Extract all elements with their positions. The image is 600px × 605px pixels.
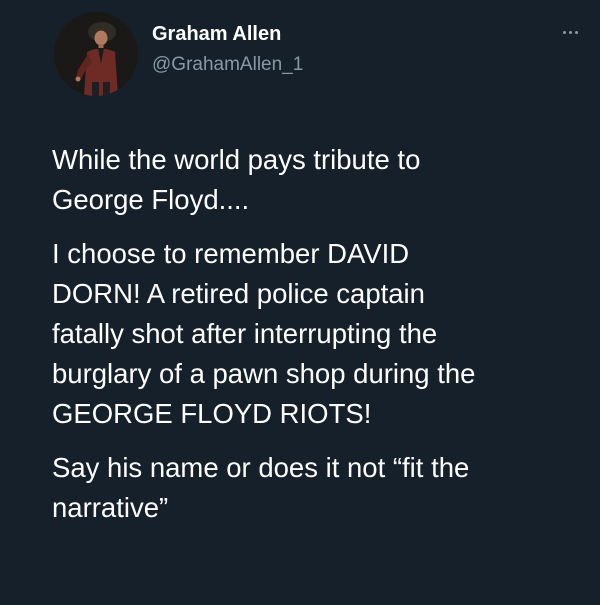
tweet-line: Say his name or does it not “fit the <box>52 452 470 483</box>
profile-photo-icon <box>54 12 138 96</box>
display-name[interactable]: Graham Allen <box>152 22 303 46</box>
tweet-line: DORN! A retired police captain <box>52 278 425 309</box>
tweet-line: While the world pays tribute to <box>52 144 421 175</box>
tweet-paragraph: While the world pays tribute to George F… <box>52 140 592 220</box>
tweet-text: While the world pays tribute to George F… <box>52 140 592 542</box>
tweet-line: GEORGE FLOYD RIOTS! <box>52 398 372 429</box>
more-options-icon <box>574 30 578 34</box>
more-options-icon <box>562 30 566 34</box>
tweet-line: fatally shot after interrupting the <box>52 318 438 349</box>
avatar[interactable] <box>54 12 138 96</box>
more-options-icon <box>568 30 572 34</box>
tweet-line: burglary of a pawn shop during the <box>52 358 476 389</box>
tweet-line: George Floyd.... <box>52 184 250 215</box>
tweet-line: narrative” <box>52 492 169 523</box>
tweet-paragraph: I choose to remember DAVID DORN! A retir… <box>52 234 592 434</box>
more-options-button[interactable] <box>555 22 585 42</box>
tweet-paragraph: Say his name or does it not “fit the nar… <box>52 448 592 528</box>
user-handle[interactable]: @GrahamAllen_1 <box>152 53 303 77</box>
tweet-card: Graham Allen @GrahamAllen_1 While the wo… <box>0 0 600 605</box>
author-info: Graham Allen @GrahamAllen_1 <box>152 22 303 77</box>
tweet-line: I choose to remember DAVID <box>52 238 410 269</box>
